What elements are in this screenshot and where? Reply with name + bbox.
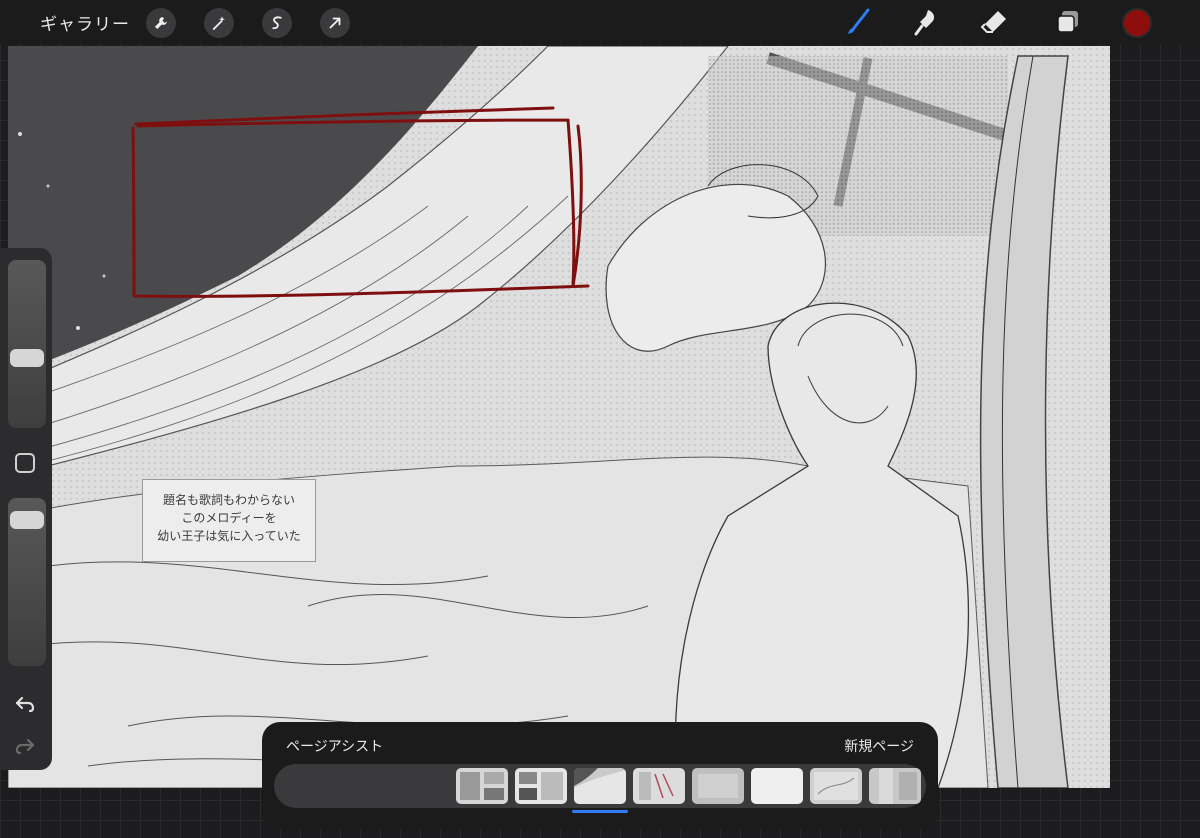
selected-page-indicator xyxy=(572,810,628,813)
selection-icon xyxy=(272,16,282,30)
adjustments-button[interactable] xyxy=(204,8,234,38)
layers-icon xyxy=(1057,11,1078,33)
smudge-icon xyxy=(914,10,935,36)
new-page-button[interactable]: 新規ページ xyxy=(844,736,914,756)
brush-size-slider[interactable] xyxy=(8,260,46,428)
brush-icon xyxy=(848,8,870,34)
page-thumbnail[interactable] xyxy=(456,768,508,804)
opacity-thumb[interactable] xyxy=(10,510,44,529)
text-caption-box[interactable]: 題名も歌詞もわからない このメロディーを 幼い王子は気に入っていた xyxy=(142,479,316,562)
selection-button[interactable] xyxy=(262,8,292,38)
arrow-icon xyxy=(329,17,341,29)
page-thumbnail[interactable] xyxy=(869,768,921,804)
paint-tool-button[interactable] xyxy=(842,6,874,38)
redo-icon[interactable] xyxy=(13,734,37,758)
page-thumbnail[interactable] xyxy=(692,768,744,804)
caption-line: 幼い王子は気に入っていた xyxy=(157,529,301,543)
page-thumbnail[interactable] xyxy=(751,768,803,804)
eraser-icon xyxy=(980,11,1006,33)
page-thumbnail[interactable] xyxy=(810,768,862,804)
transform-button[interactable] xyxy=(320,8,350,38)
page-thumbnail-selected[interactable] xyxy=(574,768,626,804)
layers-button[interactable] xyxy=(1052,6,1084,38)
page-thumbnail[interactable] xyxy=(515,768,567,804)
drawing-canvas[interactable]: 題名も歌詞もわからない このメロディーを 幼い王子は気に入っていた xyxy=(8,46,1110,788)
actions-button[interactable] xyxy=(146,8,176,38)
top-toolbar: ギャラリー xyxy=(0,0,1200,44)
caption-line: 題名も歌詞もわからない xyxy=(162,493,295,507)
artwork xyxy=(8,46,1110,788)
page-assist-title: ページアシスト xyxy=(286,738,384,754)
caption-line: このメロディーを xyxy=(181,511,277,525)
opacity-slider[interactable] xyxy=(8,498,46,666)
undo-icon[interactable] xyxy=(13,692,37,716)
eraser-tool-button[interactable] xyxy=(978,6,1010,38)
page-thumbnail[interactable] xyxy=(633,768,685,804)
page-thumbnail-strip[interactable] xyxy=(274,764,926,808)
page-assist-panel: ページアシスト 新規ページ xyxy=(262,722,938,830)
brush-size-thumb[interactable] xyxy=(10,348,44,367)
magic-wand-icon xyxy=(212,16,225,30)
wrench-icon xyxy=(155,17,167,29)
color-picker-button[interactable] xyxy=(1122,8,1152,38)
gallery-button[interactable]: ギャラリー xyxy=(40,10,130,35)
left-sidebar xyxy=(0,248,52,770)
smudge-tool-button[interactable] xyxy=(910,6,942,38)
modifier-button[interactable] xyxy=(15,453,35,473)
